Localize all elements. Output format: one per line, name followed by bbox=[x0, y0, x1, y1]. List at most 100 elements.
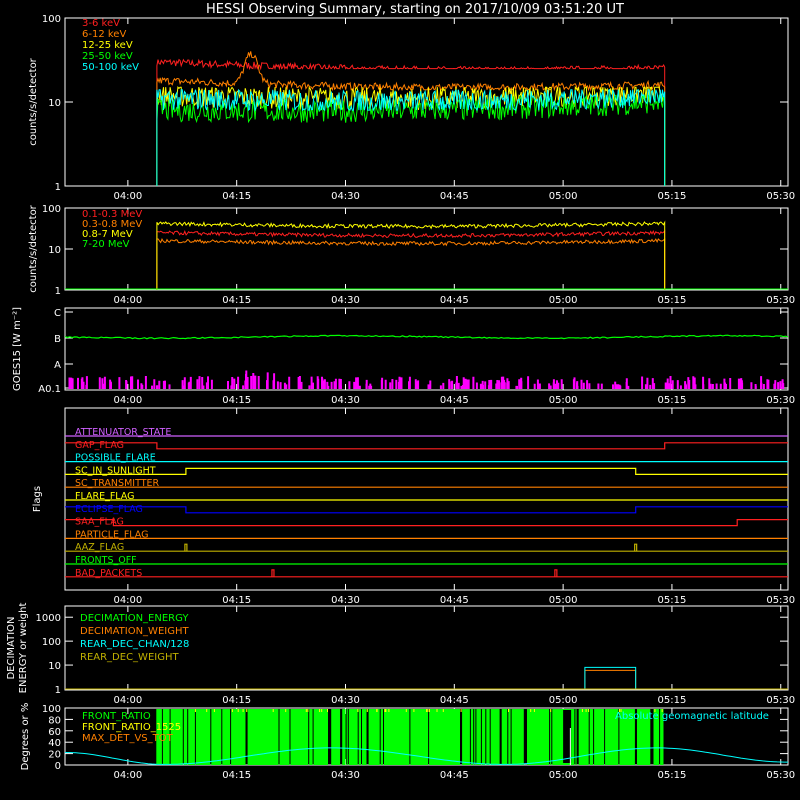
y-tick-label: 1 bbox=[55, 286, 61, 297]
y-tick-label: 60 bbox=[48, 727, 61, 738]
x-tick-label: 04:00 bbox=[113, 595, 142, 606]
series-line-25-50-keV bbox=[156, 93, 666, 187]
flag-line-GAP_FLAG bbox=[65, 442, 788, 450]
x-tick-label: 05:30 bbox=[766, 695, 795, 706]
x-tick-label: 05:15 bbox=[658, 695, 687, 706]
y-axis-label: DECIMATION bbox=[6, 616, 17, 679]
y-tick-label: 10 bbox=[48, 661, 61, 672]
x-tick-label: 05:15 bbox=[658, 395, 687, 406]
series-line-0.1-0.3-MeV bbox=[156, 229, 666, 291]
y-axis-label: ENERGY or weight bbox=[18, 603, 29, 694]
flag-line-SAA_FLAG bbox=[65, 519, 788, 527]
x-tick-label: 04:30 bbox=[331, 695, 360, 706]
legend-entry: DECIMATION_WEIGHT bbox=[80, 626, 189, 637]
series-line-0.3-0.8-MeV bbox=[156, 237, 666, 291]
y-tick-label: 10 bbox=[48, 98, 61, 109]
x-tick-label: 04:00 bbox=[113, 770, 142, 781]
y-axis-label: Degrees or % bbox=[20, 703, 31, 771]
hessi-summary-figure: HESSI Observing Summary, starting on 201… bbox=[6, 2, 795, 781]
y-tick-label: A bbox=[54, 360, 61, 371]
y-tick-label: 80 bbox=[48, 715, 61, 726]
y-axis-label: Flags bbox=[32, 486, 43, 512]
y-tick-label: B bbox=[54, 334, 61, 345]
flag-spike bbox=[184, 543, 188, 552]
x-tick-label: 04:15 bbox=[222, 395, 251, 406]
flag-spike bbox=[634, 543, 638, 552]
panel-2-frame bbox=[64, 207, 789, 291]
y-tick-label: 1000 bbox=[36, 613, 61, 624]
legend-entry: DECIMATION_ENERGY bbox=[80, 613, 189, 624]
legend-entry: 3-6 keV bbox=[82, 18, 120, 29]
figure-title: HESSI Observing Summary, starting on 201… bbox=[206, 2, 624, 17]
series-bars-FRONT_RATIO bbox=[156, 709, 664, 765]
legend-entry: REAR_DEC_WEIGHT bbox=[80, 652, 179, 663]
legend-entry: 7-20 MeV bbox=[82, 239, 130, 250]
y-axis-label: counts/s/detector bbox=[28, 204, 39, 292]
x-tick-label: 05:30 bbox=[766, 595, 795, 606]
x-tick-label: 04:30 bbox=[331, 395, 360, 406]
series-line-GOES-short bbox=[68, 370, 785, 389]
series-line-GOES-long bbox=[64, 334, 789, 340]
y-tick-label: 40 bbox=[48, 738, 61, 749]
x-tick-label: 04:15 bbox=[222, 595, 251, 606]
x-tick-label: 04:30 bbox=[331, 191, 360, 202]
legend-entry: MAX_DET_VS_TOT bbox=[82, 733, 174, 744]
x-tick-label: 04:00 bbox=[113, 191, 142, 202]
chart-annotation: Absolute geomagnetic latitude bbox=[615, 711, 769, 722]
y-tick-label: 1 bbox=[55, 182, 61, 193]
x-tick-label: 05:00 bbox=[549, 595, 578, 606]
series-line-REAR_DEC_CHAN/128 bbox=[65, 666, 788, 690]
flag-line-SC_IN_SUNLIGHT bbox=[65, 467, 788, 475]
y-tick-label: 0 bbox=[55, 761, 61, 772]
panel-4-frame bbox=[64, 407, 789, 591]
x-tick-label: 04:45 bbox=[440, 770, 469, 781]
y-tick-label: 20 bbox=[48, 750, 61, 761]
y-tick-label: 100 bbox=[42, 704, 61, 715]
x-tick-label: 05:15 bbox=[658, 191, 687, 202]
x-tick-label: 05:00 bbox=[549, 191, 578, 202]
series-line-0.8-7-MeV bbox=[156, 220, 666, 291]
x-tick-label: 05:30 bbox=[766, 770, 795, 781]
x-tick-label: 04:45 bbox=[440, 395, 469, 406]
series-line-DECIMATION_WEIGHT bbox=[65, 669, 788, 690]
y-axis-label: counts/s/detector bbox=[28, 57, 39, 145]
x-tick-label: 05:30 bbox=[766, 191, 795, 202]
x-tick-label: 05:00 bbox=[549, 295, 578, 306]
x-tick-label: 04:30 bbox=[331, 770, 360, 781]
y-axis-label: GOES15 [W m⁻²] bbox=[12, 307, 23, 391]
legend-entry: FRONT_RATIO bbox=[82, 711, 151, 722]
x-tick-label: 04:00 bbox=[113, 395, 142, 406]
x-tick-label: 05:15 bbox=[658, 295, 687, 306]
x-tick-label: 04:30 bbox=[331, 595, 360, 606]
flag-spike bbox=[554, 569, 558, 577]
y-tick-label: 100 bbox=[42, 637, 61, 648]
x-tick-label: 05:00 bbox=[549, 695, 578, 706]
x-tick-label: 04:15 bbox=[222, 770, 251, 781]
series-line-3-6-keV bbox=[156, 58, 666, 187]
legend-entry: 50-100 keV bbox=[82, 62, 139, 73]
flag-label: ECLIPSE_FLAG bbox=[75, 504, 143, 515]
x-tick-label: 05:30 bbox=[766, 395, 795, 406]
y-tick-label: 100 bbox=[42, 204, 61, 215]
x-tick-label: 05:00 bbox=[549, 395, 578, 406]
x-tick-label: 04:45 bbox=[440, 191, 469, 202]
panel-3-frame bbox=[64, 307, 789, 391]
flag-line-ECLIPSE_FLAG bbox=[65, 506, 788, 514]
legend-entry: 12-25 keV bbox=[82, 40, 133, 51]
x-tick-label: 04:45 bbox=[440, 295, 469, 306]
legend-entry: 25-50 keV bbox=[82, 51, 133, 62]
x-tick-label: 04:30 bbox=[331, 295, 360, 306]
series-line-6-12-keV bbox=[156, 51, 666, 187]
flag-label: GAP_FLAG bbox=[75, 440, 124, 451]
y-tick-label: 10 bbox=[48, 245, 61, 256]
y-tick-label: 100 bbox=[42, 14, 61, 25]
flag-spike bbox=[271, 569, 275, 577]
x-tick-label: 04:45 bbox=[440, 695, 469, 706]
x-tick-label: 05:00 bbox=[549, 770, 578, 781]
x-tick-label: 05:15 bbox=[658, 595, 687, 606]
x-tick-label: 04:15 bbox=[222, 695, 251, 706]
x-tick-label: 04:00 bbox=[113, 295, 142, 306]
x-tick-label: 04:15 bbox=[222, 295, 251, 306]
x-tick-label: 05:15 bbox=[658, 770, 687, 781]
legend-entry: 6-12 keV bbox=[82, 29, 126, 40]
